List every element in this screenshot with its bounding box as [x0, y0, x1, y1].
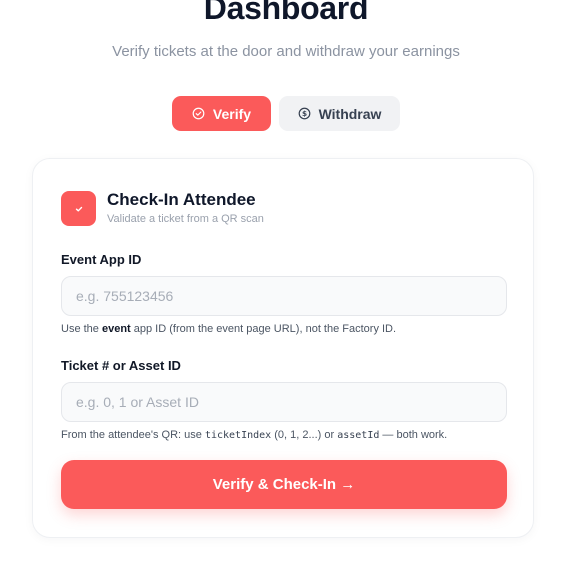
- dollar-circle-icon: $: [298, 107, 310, 120]
- tab-verify[interactable]: Verify: [172, 96, 271, 131]
- tab-bar: Verify $ Withdraw: [0, 96, 572, 131]
- page-title: Dashboard: [203, 0, 369, 26]
- check-circle-icon: [192, 107, 205, 120]
- ticket-id-help: From the attendee's QR: use ticketIndex …: [61, 429, 448, 441]
- check-in-card: Check-In Attendee Validate a ticket from…: [32, 158, 534, 538]
- card-subtitle: Validate a ticket from a QR scan: [107, 213, 264, 225]
- page-subtitle: Verify tickets at the door and withdraw …: [112, 43, 460, 60]
- ticket-id-input[interactable]: [61, 382, 507, 422]
- tab-label: Verify: [212, 105, 252, 122]
- card-title: Check-In Attendee: [107, 190, 256, 209]
- event-app-id-label: Event App ID: [61, 252, 142, 267]
- tab-label: Withdraw: [318, 105, 382, 122]
- svg-text:$: $: [302, 109, 307, 118]
- check-in-badge: [61, 191, 96, 226]
- verify-check-in-button[interactable]: Verify & Check-In →: [61, 460, 507, 509]
- check-icon: [75, 206, 82, 211]
- event-app-id-help: Use the event app ID (from the event pag…: [61, 323, 397, 335]
- ticket-id-label: Ticket # or Asset ID: [61, 358, 181, 373]
- tab-withdraw[interactable]: $ Withdraw: [279, 96, 400, 131]
- event-app-id-input[interactable]: [61, 276, 507, 316]
